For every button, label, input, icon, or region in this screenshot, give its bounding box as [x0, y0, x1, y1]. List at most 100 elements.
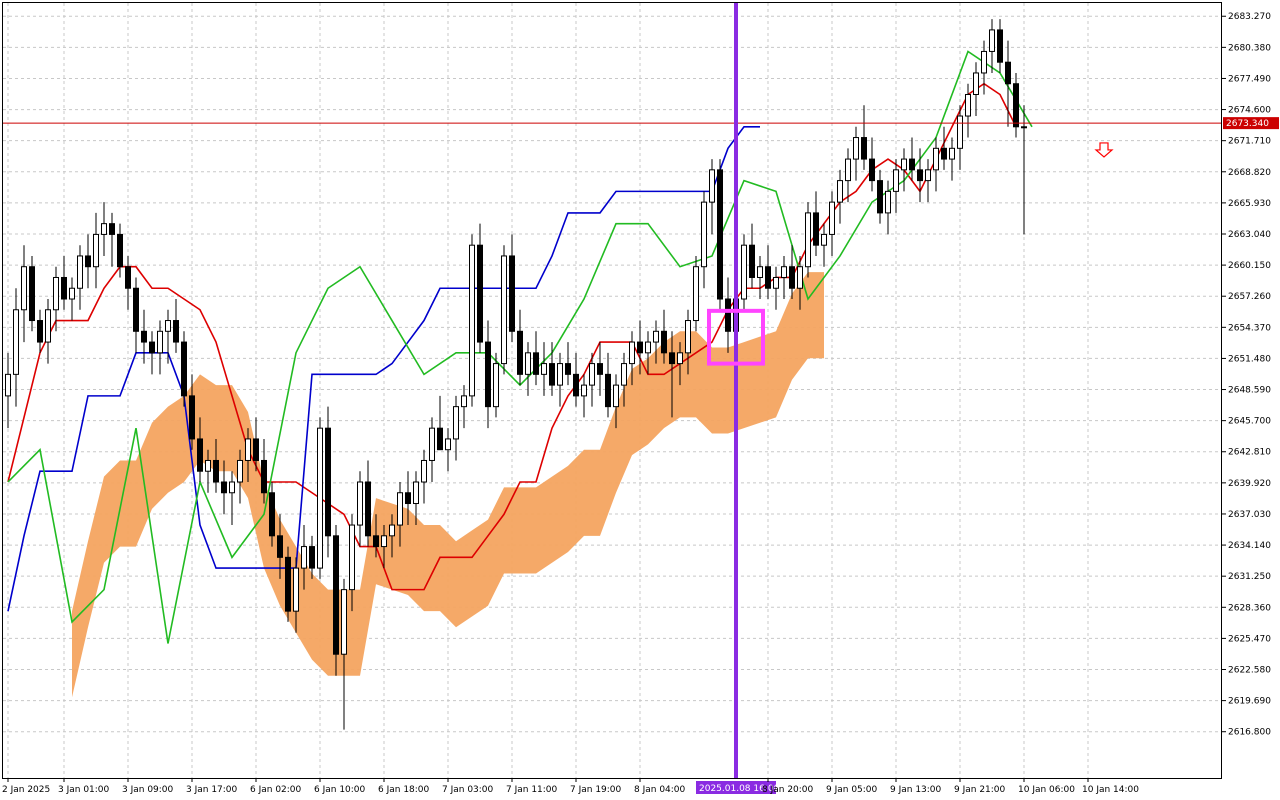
candle-body	[453, 406, 459, 440]
candle-body	[909, 158, 915, 171]
x-tick-label: 7 Jan 11:00	[506, 785, 558, 795]
candle-body	[533, 352, 539, 375]
y-tick-label: 2660.150	[1228, 261, 1271, 271]
candle-body	[957, 115, 963, 149]
candle-body	[37, 320, 43, 343]
candle-body	[229, 481, 235, 494]
candle-body	[133, 287, 139, 332]
candle-body	[253, 438, 259, 461]
candle-body	[421, 459, 427, 483]
candle-body	[629, 341, 635, 365]
candle-body	[93, 233, 99, 268]
candle-body	[221, 481, 227, 494]
candle-body	[269, 492, 275, 537]
candle-body	[365, 481, 371, 537]
candle-body	[245, 438, 251, 461]
y-tick-label: 2619.690	[1228, 697, 1271, 707]
candle-body	[1021, 126, 1027, 129]
x-tick-label: 10 Jan 06:00	[1018, 785, 1075, 795]
x-tick-label: 9 Jan 21:00	[954, 785, 1006, 795]
candle-body	[109, 223, 115, 235]
candle-body	[813, 212, 819, 246]
candle-body	[309, 546, 315, 569]
candle-body	[429, 427, 435, 461]
x-tick-label: 3 Jan 17:00	[186, 785, 238, 795]
x-tick-label: 6 Jan 10:00	[314, 785, 366, 795]
candle-body	[717, 169, 723, 300]
candle-body	[5, 373, 11, 397]
candle-body	[357, 481, 363, 526]
y-tick-label: 2677.490	[1228, 74, 1271, 84]
candle-body	[381, 535, 387, 548]
candle-body	[565, 363, 571, 375]
candle-body	[469, 244, 475, 397]
candle-body	[557, 363, 563, 386]
candle-body	[237, 459, 243, 483]
candle-body	[261, 459, 267, 494]
candle-body	[845, 158, 851, 182]
y-tick-label: 2657.260	[1228, 292, 1271, 302]
candle-body	[477, 244, 483, 343]
candle-body	[605, 373, 611, 408]
candle-body	[765, 266, 771, 289]
candle-body	[29, 266, 35, 322]
candle-body	[989, 29, 995, 52]
candle-body	[301, 546, 307, 569]
candle-body	[197, 438, 203, 472]
y-tick-label: 2648.590	[1228, 386, 1271, 396]
ichimoku-chart[interactable]: 2673.3402025.01.08 16:00 2683.2702680.38…	[0, 0, 1280, 800]
candle-body	[173, 320, 179, 343]
candle-body	[693, 266, 699, 322]
candle-body	[525, 352, 531, 375]
x-tick-label: 3 Jan 01:00	[58, 785, 110, 795]
candle-body	[405, 492, 411, 505]
candle-body	[205, 459, 211, 472]
candle-body	[877, 180, 883, 214]
candle-body	[157, 330, 163, 354]
candle-body	[853, 137, 859, 160]
candle-body	[149, 341, 155, 354]
y-tick-label: 2639.920	[1228, 479, 1271, 489]
candle-body	[397, 492, 403, 526]
y-tick-label: 2631.250	[1228, 572, 1271, 582]
candle-body	[749, 244, 755, 278]
candle-body	[941, 147, 947, 160]
y-tick-label: 2642.810	[1228, 448, 1271, 458]
candle-body	[661, 330, 667, 354]
y-tick-label: 2622.580	[1228, 666, 1271, 676]
candle-body	[781, 266, 787, 278]
candle-body	[61, 276, 67, 300]
candle-body	[333, 535, 339, 655]
candle-body	[189, 395, 195, 440]
y-tick-label: 2680.380	[1228, 43, 1271, 53]
x-tick-label: 8 Jan 20:00	[762, 785, 814, 795]
candle-body	[13, 309, 19, 375]
candle-body	[637, 341, 643, 354]
y-tick-label: 2674.600	[1228, 106, 1271, 116]
candle-body	[829, 201, 835, 235]
candle-body	[925, 169, 931, 182]
y-tick-label: 2651.480	[1228, 354, 1271, 364]
candle-body	[181, 341, 187, 397]
candle-body	[997, 29, 1003, 63]
y-tick-label: 2645.700	[1228, 417, 1271, 427]
candle-body	[77, 255, 83, 289]
x-tick-label: 7 Jan 19:00	[570, 785, 622, 795]
candle-body	[821, 233, 827, 246]
candle-body	[805, 212, 811, 268]
candle-body	[613, 384, 619, 408]
y-tick-label: 2668.820	[1228, 168, 1271, 178]
candle-body	[541, 363, 547, 375]
y-tick-label: 2637.030	[1228, 510, 1271, 520]
candle-body	[141, 330, 147, 343]
y-tick-label: 2634.140	[1228, 541, 1271, 551]
candle-body	[373, 535, 379, 548]
candle-body	[501, 255, 507, 365]
y-tick-label: 2616.800	[1228, 728, 1271, 738]
candle-body	[837, 180, 843, 203]
candle-body	[325, 427, 331, 537]
candle-body	[861, 137, 867, 160]
candle-body	[797, 266, 803, 289]
candle-body	[509, 255, 515, 332]
candle-body	[341, 589, 347, 655]
